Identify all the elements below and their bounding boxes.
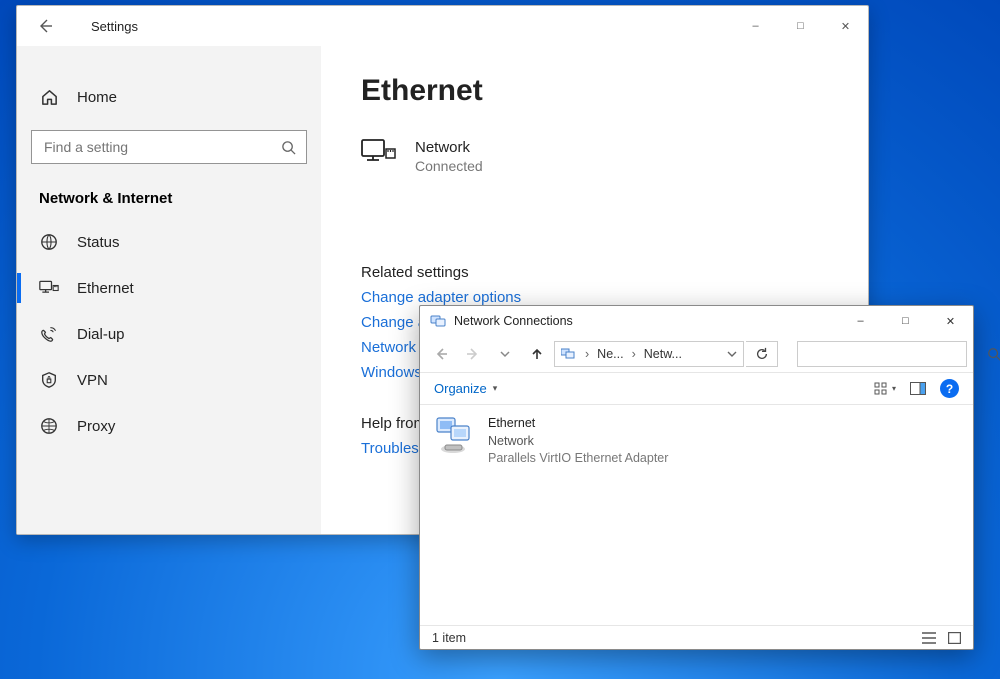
search-icon	[987, 347, 1000, 361]
grid-icon	[874, 382, 888, 396]
refresh-button[interactable]	[746, 341, 778, 367]
search-icon	[281, 140, 296, 155]
settings-titlebar: Settings ‒ □ ✕	[17, 6, 868, 46]
close-button[interactable]: ✕	[823, 11, 868, 41]
explorer-statusbar: 1 item	[420, 625, 973, 649]
explorer-content[interactable]: Ethernet Network Parallels VirtIO Ethern…	[420, 405, 973, 625]
sidebar-item-label: Ethernet	[77, 280, 134, 297]
dialup-icon	[39, 325, 59, 343]
home-button[interactable]: Home	[17, 74, 321, 120]
view-icons-button[interactable]: ▾	[874, 382, 896, 396]
sidebar-section-label: Network & Internet	[17, 168, 321, 219]
sidebar-item-status[interactable]: Status	[17, 219, 321, 265]
explorer-window: Network Connections ‒ □ ✕ › Ne... › Netw…	[419, 305, 974, 650]
chevron-down-icon[interactable]	[727, 349, 737, 359]
link-change-adapter[interactable]: Change adapter options	[361, 289, 860, 306]
explorer-title: Network Connections	[454, 314, 573, 328]
settings-search-input[interactable]	[31, 130, 307, 164]
settings-search-field[interactable]	[42, 138, 281, 156]
nav-up-button[interactable]	[522, 340, 552, 368]
sidebar-item-label: Proxy	[77, 418, 115, 435]
explorer-navbar: › Ne... › Netw...	[420, 336, 973, 372]
organize-label: Organize	[434, 381, 487, 396]
arrow-up-icon	[530, 347, 544, 361]
adapter-item-ethernet[interactable]: Ethernet Network Parallels VirtIO Ethern…	[434, 415, 674, 468]
chevron-down-icon	[500, 349, 510, 359]
maximize-button[interactable]: □	[778, 11, 823, 41]
large-icons-icon	[948, 632, 961, 644]
nav-back-button[interactable]	[426, 340, 456, 368]
breadcrumb-seg[interactable]: Netw...	[644, 347, 682, 361]
sidebar-item-label: Dial-up	[77, 326, 125, 343]
preview-pane-button[interactable]	[910, 382, 926, 395]
chevron-down-icon: ▾	[493, 383, 498, 394]
list-icon	[922, 632, 936, 644]
breadcrumb-sep-icon: ›	[583, 347, 591, 361]
sidebar-item-dialup[interactable]: Dial-up	[17, 311, 321, 357]
refresh-icon	[755, 347, 769, 361]
arrow-left-icon	[434, 347, 448, 361]
arrow-left-icon	[37, 18, 53, 34]
explorer-search-field[interactable]	[806, 346, 987, 363]
status-item-count: 1 item	[432, 631, 466, 645]
breadcrumb-sep-icon: ›	[630, 347, 638, 361]
home-label: Home	[77, 89, 117, 106]
explorer-maximize-button[interactable]: □	[883, 306, 928, 336]
sidebar-item-ethernet[interactable]: Ethernet	[17, 265, 321, 311]
network-status: Connected	[415, 158, 483, 174]
adapter-network: Network	[488, 433, 668, 451]
organize-button[interactable]: Organize ▾	[434, 381, 497, 396]
network-name: Network	[415, 138, 483, 158]
explorer-search-input[interactable]	[797, 341, 967, 367]
network-adapter-icon	[434, 415, 476, 455]
nav-recent-button[interactable]	[490, 340, 520, 368]
arrow-right-icon	[466, 347, 480, 361]
sidebar-item-proxy[interactable]: Proxy	[17, 403, 321, 449]
sidebar-item-vpn[interactable]: VPN	[17, 357, 321, 403]
view-details-button[interactable]	[922, 632, 936, 644]
back-button[interactable]	[37, 18, 59, 34]
preview-pane-icon	[910, 382, 926, 395]
explorer-titlebar[interactable]: Network Connections ‒ □ ✕	[420, 306, 973, 336]
proxy-icon	[39, 417, 59, 435]
settings-sidebar: Home Network & Internet Status	[17, 46, 321, 534]
sidebar-item-label: Status	[77, 234, 120, 251]
breadcrumb-seg[interactable]: Ne...	[597, 347, 623, 361]
settings-window-title: Settings	[91, 19, 138, 34]
nav-forward-button[interactable]	[458, 340, 488, 368]
address-icon	[561, 347, 577, 361]
page-title: Ethernet	[361, 74, 860, 108]
related-heading: Related settings	[361, 264, 860, 281]
monitor-ethernet-icon	[361, 138, 397, 170]
help-button[interactable]: ?	[940, 379, 959, 398]
network-card[interactable]: Network Connected	[361, 138, 860, 174]
vpn-icon	[39, 371, 59, 389]
adapter-name: Ethernet	[488, 415, 668, 433]
adapter-device: Parallels VirtIO Ethernet Adapter	[488, 450, 668, 468]
address-bar[interactable]: › Ne... › Netw...	[554, 341, 744, 367]
explorer-close-button[interactable]: ✕	[928, 306, 973, 336]
explorer-minimize-button[interactable]: ‒	[838, 306, 883, 336]
view-large-icons-button[interactable]	[948, 632, 961, 644]
minimize-button[interactable]: ‒	[733, 11, 778, 41]
home-icon	[39, 88, 59, 107]
network-connections-icon	[430, 313, 446, 329]
ethernet-icon	[39, 279, 59, 297]
status-icon	[39, 233, 59, 251]
sidebar-item-label: VPN	[77, 372, 108, 389]
explorer-toolbar: Organize ▾ ▾ ?	[420, 372, 973, 405]
